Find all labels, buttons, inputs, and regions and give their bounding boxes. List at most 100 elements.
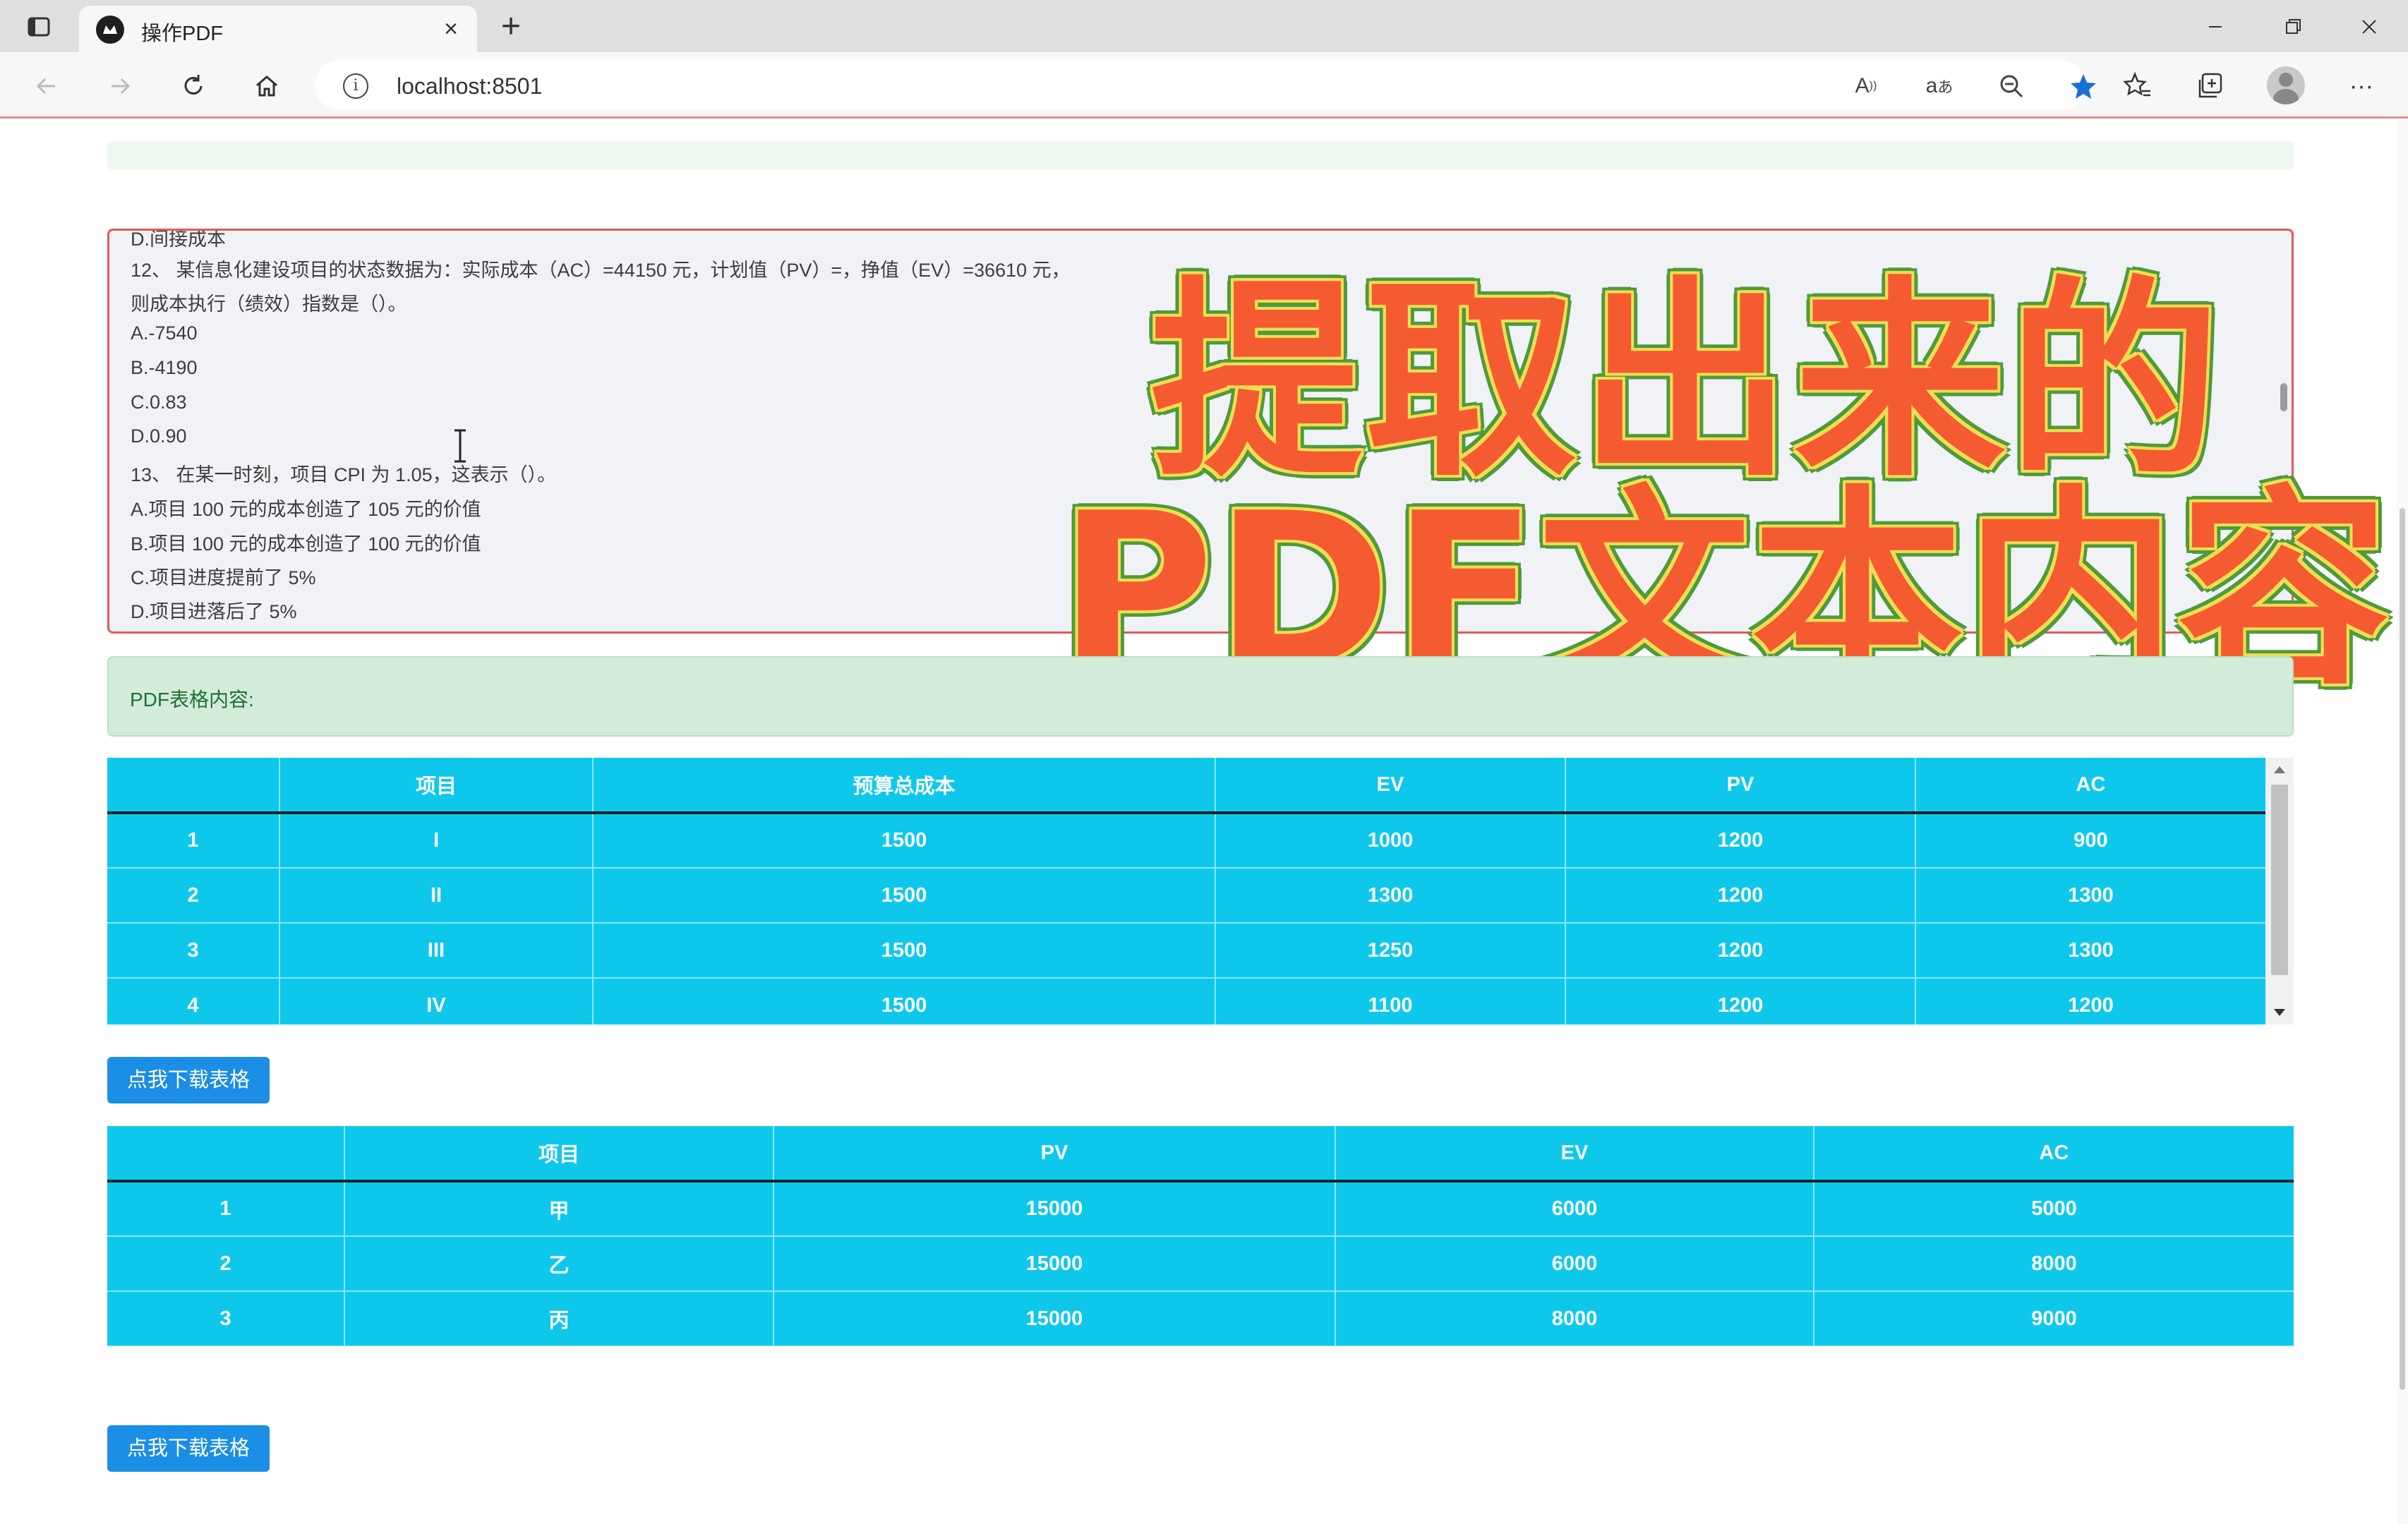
header-cell[interactable]: PV xyxy=(1565,758,1916,814)
table-cell: III xyxy=(279,923,594,979)
streamlit-favicon-icon xyxy=(96,16,124,44)
table-1-grid: 项目 预算总成本 EV PV AC 1 I 1500 1000 1200 900 xyxy=(107,758,2265,1024)
table-cell: 1300 xyxy=(1215,868,1566,924)
back-icon[interactable] xyxy=(25,65,68,107)
download-table-1-button[interactable]: 点我下载表格 xyxy=(107,1057,270,1103)
text-line: 13、 在某一时刻，项目 CPI 为 1.05，这表示（）。 xyxy=(131,464,557,485)
new-tab-icon[interactable]: + xyxy=(491,7,531,47)
table-cell: 乙 xyxy=(344,1236,774,1292)
scroll-up-icon[interactable] xyxy=(2274,766,2285,773)
table-cell: 1200 xyxy=(1915,978,2265,1024)
table-row: 3 III 1500 1250 1200 1300 xyxy=(107,923,2265,979)
table-cell: 3 xyxy=(107,1291,345,1346)
table-cell: 8000 xyxy=(1814,1236,2294,1292)
favorite-star-icon[interactable] xyxy=(2066,69,2100,103)
header-cell[interactable]: EV xyxy=(1335,1126,1814,1183)
favorites-list-icon[interactable] xyxy=(2117,66,2157,106)
close-tab-icon[interactable]: × xyxy=(438,16,464,42)
table-cell: 1 xyxy=(107,813,280,869)
table-cell: I xyxy=(279,813,594,869)
text-line: A.项目 100 元的成本创造了 105 元的价值 xyxy=(131,499,481,520)
text-line: C.0.83 xyxy=(131,392,187,413)
table-cell: 900 xyxy=(1915,813,2265,869)
collections-icon[interactable] xyxy=(2191,66,2230,106)
table-cell: 1200 xyxy=(1565,923,1916,979)
text-line: B.-4190 xyxy=(131,357,198,378)
table-cell: 4 xyxy=(107,978,280,1024)
table-cell: IV xyxy=(279,978,594,1024)
tab-title: 操作PDF xyxy=(141,23,224,45)
read-aloud-icon[interactable]: A)) xyxy=(1849,69,1883,103)
faded-status-bar xyxy=(107,141,2294,169)
header-cell[interactable]: 预算总成本 xyxy=(593,758,1216,814)
alert-text: PDF表格内容: xyxy=(130,689,254,710)
zoom-out-icon[interactable] xyxy=(1994,69,2028,103)
site-info-icon[interactable]: i xyxy=(343,73,368,99)
header-cell[interactable] xyxy=(107,1126,345,1183)
table-cell: 3 xyxy=(107,923,280,979)
table-cell: 1500 xyxy=(593,868,1216,924)
table-row: 4 IV 1500 1100 1200 1200 xyxy=(107,978,2265,1024)
text-line: B.项目 100 元的成本创造了 100 元的价值 xyxy=(131,533,481,555)
header-cell[interactable]: 项目 xyxy=(344,1126,774,1183)
table-cell: 丙 xyxy=(344,1291,774,1346)
pdf-table-2[interactable]: 项目 PV EV AC 1 甲 15000 6000 5000 2 乙 1500 xyxy=(107,1126,2294,1346)
table-cell: 1500 xyxy=(593,978,1216,1024)
url-text: localhost:8501 xyxy=(397,73,543,99)
tab-actions-icon[interactable] xyxy=(16,8,62,45)
header-cell[interactable]: AC xyxy=(1915,758,2265,814)
page-scroll-thumb[interactable] xyxy=(2400,508,2405,1390)
table-row: 1 甲 15000 6000 5000 xyxy=(107,1181,2294,1237)
scroll-thumb[interactable] xyxy=(2271,785,2288,975)
table-cell: 8000 xyxy=(1335,1291,1814,1346)
table-cell: 6000 xyxy=(1335,1181,1814,1237)
header-cell[interactable] xyxy=(107,758,280,814)
table-cell: 15000 xyxy=(773,1181,1336,1237)
browser-tab[interactable]: 操作PDF × xyxy=(79,6,477,52)
page-scrollbar[interactable] xyxy=(2397,120,2408,1524)
text-line: 12、 某信息化建设项目的状态数据为：实际成本（AC）=44150 元，计划值（… xyxy=(131,260,1071,281)
browser-toolbar: i localhost:8501 A)) aあ ··· xyxy=(0,52,2408,119)
text-line: D.0.90 xyxy=(131,425,187,447)
table-row: 3 丙 15000 8000 9000 xyxy=(107,1291,2294,1346)
refresh-icon[interactable] xyxy=(172,65,215,107)
close-window-icon[interactable] xyxy=(2337,7,2401,47)
header-cell[interactable]: AC xyxy=(1814,1126,2294,1183)
table-cell: 1000 xyxy=(1215,813,1566,869)
table-cell: 1100 xyxy=(1215,978,1566,1024)
table-row: 2 乙 15000 6000 8000 xyxy=(107,1236,2294,1292)
header-cell[interactable]: EV xyxy=(1215,758,1566,814)
textarea-scrollbar[interactable] xyxy=(2280,383,2287,411)
scroll-down-icon[interactable] xyxy=(2274,1009,2285,1016)
table-2-grid: 项目 PV EV AC 1 甲 15000 6000 5000 2 乙 1500 xyxy=(107,1126,2294,1346)
text-line: C.项目进度提前了 5% xyxy=(131,567,316,588)
table-row: 1 I 1500 1000 1200 900 xyxy=(107,813,2265,869)
table-cell: 6000 xyxy=(1335,1236,1814,1292)
table-cell: 1200 xyxy=(1565,868,1916,924)
header-cell[interactable]: PV xyxy=(773,1126,1336,1183)
table-cell: 2 xyxy=(107,1236,345,1292)
minimize-icon[interactable] xyxy=(2184,7,2247,47)
translate-icon[interactable]: aあ xyxy=(1922,69,1956,103)
text-line: D.间接成本 xyxy=(131,229,226,250)
more-menu-icon[interactable]: ··· xyxy=(2342,66,2381,106)
table-cell: II xyxy=(279,868,594,924)
forward-icon[interactable] xyxy=(99,65,141,107)
download-table-2-button[interactable]: 点我下载表格 xyxy=(107,1425,270,1472)
table-cell: 15000 xyxy=(773,1291,1336,1346)
page-content: D.间接成本 12、 某信息化建设项目的状态数据为：实际成本（AC）=44150… xyxy=(0,120,2408,1524)
table-cell: 1 xyxy=(107,1181,345,1237)
profile-avatar[interactable] xyxy=(2267,66,2305,104)
tab-bar: 操作PDF × + xyxy=(0,0,2408,52)
address-bar[interactable]: i localhost:8501 A)) aあ xyxy=(315,61,2096,110)
table-row: 2 II 1500 1300 1200 1300 xyxy=(107,868,2265,924)
table-cell: 1200 xyxy=(1565,813,1916,869)
pdf-table-1[interactable]: 项目 预算总成本 EV PV AC 1 I 1500 1000 1200 900 xyxy=(107,758,2294,1024)
restore-icon[interactable] xyxy=(2261,7,2325,47)
table-cell: 5000 xyxy=(1814,1181,2294,1237)
header-cell[interactable]: 项目 xyxy=(279,758,594,814)
table-cell: 1500 xyxy=(593,923,1216,979)
home-icon[interactable] xyxy=(246,65,288,107)
table-header-row: 项目 预算总成本 EV PV AC xyxy=(107,758,2265,814)
table-1-scrollbar[interactable] xyxy=(2265,758,2294,1024)
